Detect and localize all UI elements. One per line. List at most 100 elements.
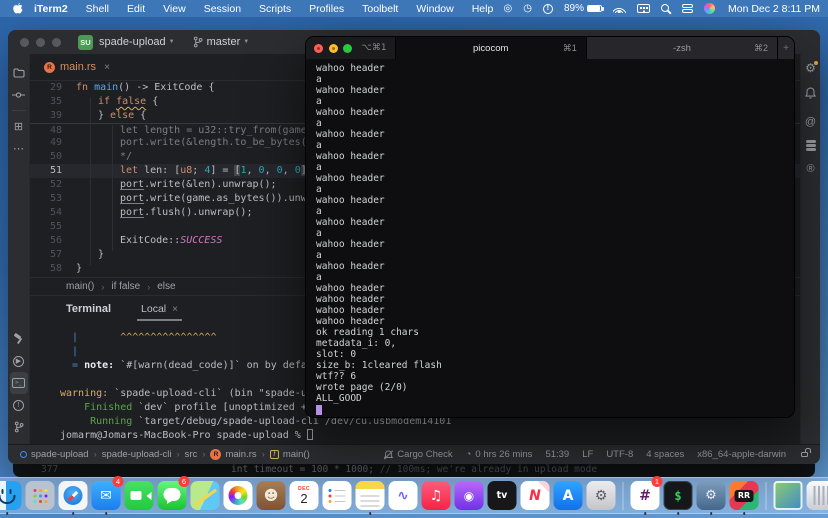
siri-icon[interactable] (704, 3, 715, 14)
alert-icon[interactable]: ! (543, 4, 553, 14)
git-branch-selector[interactable]: master ▼ (193, 36, 254, 48)
close-terminal-tab-icon[interactable]: × (172, 304, 178, 315)
menu-session[interactable]: Session (204, 3, 241, 15)
close-window-button[interactable] (314, 44, 323, 53)
unlock-icon[interactable] (801, 452, 808, 458)
menu-iterm2[interactable]: iTerm2 (34, 3, 68, 15)
dock-item-music[interactable]: ♫ (421, 478, 452, 513)
project-tool-icon[interactable] (10, 62, 28, 84)
close-tab-icon[interactable]: × (104, 62, 110, 73)
dock-item-pictures[interactable] (773, 478, 804, 513)
dock-item-tv[interactable]: tv (487, 478, 518, 513)
dock-item-facetime[interactable] (124, 478, 155, 513)
status-path-item[interactable]: src (185, 449, 198, 460)
iterm-tab-picocom[interactable]: picocom⌘1 (396, 37, 587, 59)
dock-item-podcasts[interactable]: ◉ (454, 478, 485, 513)
r-tool-icon[interactable]: ® (806, 163, 814, 175)
terminal-line: slot: 0 (316, 349, 784, 360)
database-tool-icon[interactable] (806, 140, 816, 143)
status-path-item[interactable]: spade-upload-cli (102, 449, 172, 460)
project-name[interactable]: spade-upload (99, 36, 166, 48)
menu-shell[interactable]: Shell (86, 3, 109, 15)
dock-item-calendar[interactable]: DEC2 (289, 478, 320, 513)
terminal-line: wahoo header (316, 261, 784, 272)
problems-tool-icon[interactable]: ! (10, 394, 28, 416)
fullscreen-window-button[interactable] (343, 44, 352, 53)
code-text: if false { (76, 95, 158, 109)
tab-main-rs[interactable]: R main.rs × (30, 54, 120, 80)
battery-indicator[interactable]: 89% (564, 3, 602, 14)
status-path-item[interactable]: fmain() (270, 449, 310, 460)
dock-item-maps[interactable] (190, 478, 221, 513)
menu-toolbelt[interactable]: Toolbelt (362, 3, 398, 15)
menu-help[interactable]: Help (472, 3, 494, 15)
window-close-button[interactable] (20, 38, 29, 47)
dock-item-trash[interactable] (806, 478, 828, 513)
control-center-icon[interactable] (682, 4, 693, 13)
status-widget[interactable]: 4 spaces (646, 449, 684, 460)
window-minimize-button[interactable] (36, 38, 45, 47)
tab-shortcut: ⌘2 (754, 43, 768, 54)
dock-item-contacts[interactable]: ☻ (256, 478, 287, 513)
dock-item-notes[interactable] (355, 478, 386, 513)
spotlight-search-icon[interactable] (661, 4, 671, 14)
terminal-line: wahoo header (316, 85, 784, 96)
minimize-window-button[interactable] (329, 44, 338, 53)
status-widget[interactable]: x86_64-apple-darwin (697, 449, 786, 460)
status-bar-breadcrumb[interactable]: spade-upload›spade-upload-cli›src›Rmain.… (20, 449, 310, 460)
dock-item-launchpad[interactable] (25, 478, 56, 513)
dock-item-settings[interactable]: ⚙ (586, 478, 617, 513)
structure-tool-icon[interactable]: ⊞ (10, 115, 28, 137)
screen-record-icon[interactable]: ◎ (504, 4, 513, 14)
services-tool-icon[interactable]: ▶ (10, 350, 28, 372)
status-path-item[interactable]: spade-upload (20, 449, 89, 460)
dock-item-rustrover[interactable]: RR (729, 478, 760, 513)
dock-item-finder[interactable] (0, 478, 23, 513)
menu-edit[interactable]: Edit (127, 3, 145, 15)
dock-item-freeform[interactable]: ∿ (388, 478, 419, 513)
window-zoom-button[interactable] (52, 38, 61, 47)
dock-item-safari[interactable] (58, 478, 89, 513)
dock-item-cad[interactable]: ⚙ (696, 478, 727, 513)
status-widget[interactable]: ◔0 hrs 26 mins (466, 449, 533, 460)
dock-item-slack[interactable]: #1 (630, 478, 661, 513)
apple-menu-icon[interactable] (8, 2, 26, 15)
status-path-item[interactable]: Rmain.rs (210, 449, 256, 460)
status-widget[interactable]: UTF-8 (606, 449, 633, 460)
dock-item-iterm2[interactable]: $ (663, 478, 694, 513)
more-tools-icon[interactable]: ⋯ (10, 137, 28, 159)
ai-assistant-icon[interactable]: @ (805, 116, 816, 128)
status-widget[interactable]: 51:39 (545, 449, 569, 460)
dock-item-news[interactable]: N (520, 478, 551, 513)
dock-item-messages[interactable]: 6 (157, 478, 188, 513)
iterm-tab-zsh[interactable]: -zsh⌘2 (587, 37, 778, 59)
input-source-icon[interactable] (637, 4, 650, 14)
clock-app-icon[interactable]: ◷ (523, 4, 532, 14)
menu-bar-clock[interactable]: Mon Dec 2 8:11 PM (728, 3, 820, 15)
breadcrumb-item[interactable]: if false (111, 281, 140, 292)
status-widget[interactable]: Cargo Check (384, 449, 452, 460)
terminal-panel-title[interactable]: Terminal (66, 303, 111, 321)
breadcrumb-item[interactable]: else (157, 281, 175, 292)
background-editor-window[interactable]: 377 int timeout = 100 * 1000; // 100ms; … (13, 464, 815, 477)
iterm-terminal-output[interactable]: wahoo headerawahoo headerawahoo headeraw… (306, 59, 794, 417)
wifi-icon[interactable] (613, 4, 626, 13)
commit-tool-icon[interactable] (10, 84, 28, 106)
settings-gear-icon[interactable]: ⚙ (805, 62, 816, 74)
notifications-bell-icon[interactable] (805, 86, 816, 104)
dock-item-photos[interactable] (223, 478, 254, 513)
new-tab-button[interactable]: + (778, 37, 794, 59)
menu-profiles[interactable]: Profiles (309, 3, 344, 15)
menu-scripts[interactable]: Scripts (259, 3, 291, 15)
breadcrumb-item[interactable]: main() (66, 281, 94, 292)
build-tool-icon[interactable] (10, 328, 28, 350)
terminal-tab-local[interactable]: Local × (137, 303, 182, 321)
menu-window[interactable]: Window (416, 3, 453, 15)
dock-item-reminders[interactable] (322, 478, 353, 513)
menu-view[interactable]: View (163, 3, 186, 15)
status-widget[interactable]: LF (582, 449, 593, 460)
git-tool-icon[interactable] (10, 416, 28, 438)
dock-item-appstore[interactable]: A (553, 478, 584, 513)
dock-item-mail[interactable]: ✉4 (91, 478, 122, 513)
terminal-tool-icon[interactable]: >_ (10, 372, 28, 394)
